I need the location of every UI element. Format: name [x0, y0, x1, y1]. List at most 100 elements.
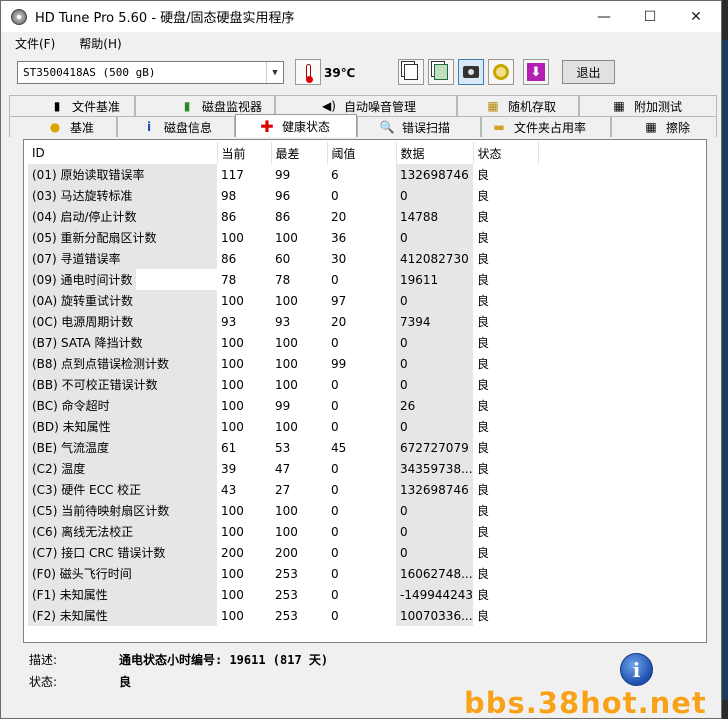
drive-select[interactable]: ST3500418AS (500 gB) ▼ [17, 61, 284, 84]
screenshot-button[interactable] [458, 59, 484, 85]
camera-icon [463, 66, 479, 78]
column-header-current[interactable]: 当前 [217, 142, 272, 164]
table-row[interactable]: (F1) 未知属性 100 253 0 -149944243 良 [28, 584, 538, 605]
status-label: 状态: [29, 675, 58, 689]
tab-extra-tests[interactable]: ▦ 附加测试 [579, 95, 717, 116]
cell-threshold-value: 45 [331, 440, 347, 455]
tab-health[interactable]: ✚ 健康状态 [235, 114, 357, 137]
table-row[interactable]: (C6) 离线无法校正 100 100 0 0 良 [28, 521, 538, 542]
tab-label: 附加测试 [634, 99, 683, 114]
table-row[interactable]: (BB) 不可校正错误计数 100 100 0 0 良 [28, 374, 538, 395]
menu-bar: 文件(F) 帮助(H) [1, 32, 721, 54]
tab-label: 擦除 [666, 120, 691, 135]
cell-threshold-value: 6 [331, 167, 339, 182]
table-row[interactable]: (0C) 电源周期计数 93 93 20 7394 良 [28, 311, 538, 332]
table-row[interactable]: (04) 启动/停止计数 86 86 20 14788 良 [28, 206, 538, 227]
cell-threshold-value: 20 [331, 209, 347, 224]
cell-attribute-id: (01) 原始读取错误率 [28, 164, 217, 185]
column-header-status[interactable]: 状态 [473, 142, 539, 164]
tab-folder-usage[interactable]: ▬ 文件夹占用率 [481, 116, 611, 137]
cell-raw-data: 26 [396, 395, 474, 416]
column-header-data[interactable]: 数据 [396, 142, 474, 164]
cell-status: 良 [477, 504, 490, 518]
menu-file[interactable]: 文件(F) [1, 35, 65, 52]
tab-label: 随机存取 [508, 99, 557, 114]
table-row[interactable]: (BE) 气流温度 61 53 45 672727079 良 [28, 437, 538, 458]
copy-screenshot-button[interactable] [428, 59, 454, 85]
cell-threshold-value: 97 [331, 293, 347, 308]
tab-label: 文件基准 [72, 99, 121, 114]
magnifier-icon: 🔍 [379, 120, 395, 134]
cell-attribute-id: (0A) 旋转重试计数 [28, 290, 217, 311]
table-row[interactable]: (C7) 接口 CRC 错误计数 200 200 0 0 良 [28, 542, 538, 563]
column-header-id[interactable]: ID [28, 142, 218, 164]
cell-attribute-id: (C7) 接口 CRC 错误计数 [28, 542, 217, 563]
cell-status: 良 [477, 273, 490, 287]
copy-text-button[interactable] [398, 59, 424, 85]
table-row[interactable]: (F0) 磁头飞行时间 100 253 0 16062748... 良 [28, 563, 538, 584]
tab-benchmark[interactable]: ● 基准 [9, 116, 117, 137]
cell-threshold-value: 99 [331, 356, 347, 371]
cell-raw-data: 0 [396, 185, 474, 206]
table-row[interactable]: (C2) 温度 39 47 0 34359738... 良 [28, 458, 538, 479]
table-row[interactable]: (03) 马达旋转标准 98 96 0 0 良 [28, 185, 538, 206]
info-button[interactable]: i [620, 653, 653, 686]
cell-current-value: 100 [221, 398, 244, 413]
copy-icon [404, 64, 418, 80]
table-row[interactable]: (09) 通电时间计数 78 78 0 19611 良 [28, 269, 538, 290]
column-header-worst[interactable]: 最差 [271, 142, 328, 164]
cell-current-value: 39 [221, 461, 237, 476]
cell-worst-value: 100 [275, 356, 298, 371]
cell-raw-data: 0 [396, 500, 474, 521]
settings-icon [493, 64, 509, 80]
smart-attributes-panel: ID 当前 最差 阈值 数据 状态 (01) 原始读取错误率 117 99 6 1326… [23, 139, 707, 643]
options-button[interactable] [488, 59, 514, 85]
cell-raw-data: 16062748... [396, 563, 474, 584]
tab-label: 磁盘监视器 [202, 99, 263, 114]
column-header-threshold[interactable]: 阈值 [327, 142, 397, 164]
exit-button[interactable]: 退出 [562, 60, 615, 84]
table-row[interactable]: (B8) 点到点错误检测计数 100 100 99 0 良 [28, 353, 538, 374]
tab-label: 健康状态 [282, 119, 331, 134]
table-row[interactable]: (B7) SATA 降挡计数 100 100 0 0 良 [28, 332, 538, 353]
tab-disk-monitor[interactable]: ▮ 磁盘监视器 [135, 95, 275, 116]
tab-erase[interactable]: ▦ 擦除 [611, 116, 717, 137]
cell-raw-data: 10070336... [396, 605, 474, 626]
maximize-button[interactable]: ☐ [627, 1, 673, 32]
close-button[interactable]: ✕ [673, 1, 719, 32]
tab-random-access[interactable]: ▦ 随机存取 [457, 95, 579, 116]
table-row[interactable]: (BD) 未知属性 100 100 0 0 良 [28, 416, 538, 437]
table-row[interactable]: (F2) 未知属性 100 253 0 10070336... 良 [28, 605, 538, 626]
cell-status: 良 [477, 588, 490, 602]
cell-current-value: 100 [221, 377, 244, 392]
cell-threshold-value: 0 [331, 419, 339, 434]
title-bar[interactable]: HD Tune Pro 5.60 - 硬盘/固态硬盘实用程序 — ☐ ✕ [1, 1, 721, 32]
save-button[interactable]: ⬇ [523, 59, 549, 85]
minimize-button[interactable]: — [581, 1, 627, 32]
tab-error-scan[interactable]: 🔍 错误扫描 [357, 116, 481, 137]
table-row[interactable]: (01) 原始读取错误率 117 99 6 132698746 良 [28, 164, 538, 185]
cell-current-value: 78 [221, 272, 237, 287]
table-row[interactable]: (C5) 当前待映射扇区计数 100 100 0 0 良 [28, 500, 538, 521]
table-row[interactable]: (07) 寻道错误率 86 60 30 412082730 良 [28, 248, 538, 269]
table-row[interactable]: (0A) 旋转重试计数 100 100 97 0 良 [28, 290, 538, 311]
cell-threshold-value: 0 [331, 272, 339, 287]
table-row[interactable]: (BC) 命令超时 100 99 0 26 良 [28, 395, 538, 416]
cell-current-value: 100 [221, 356, 244, 371]
chevron-down-icon[interactable]: ▼ [266, 62, 283, 83]
cell-threshold-value: 0 [331, 461, 339, 476]
tab-aam[interactable]: ◀) 自动噪音管理 [275, 95, 457, 116]
cell-raw-data: 132698746 [396, 164, 474, 185]
cell-current-value: 43 [221, 482, 237, 497]
table-row[interactable]: (C3) 硬件 ECC 校正 43 27 0 132698746 良 [28, 479, 538, 500]
tab-file-benchmark[interactable]: ▮ 文件基准 [9, 95, 135, 116]
tab-disk-info[interactable]: i 磁盘信息 [117, 116, 235, 137]
cell-current-value: 86 [221, 209, 237, 224]
table-row[interactable]: (05) 重新分配扇区计数 100 100 36 0 良 [28, 227, 538, 248]
tab-label: 基准 [70, 120, 95, 135]
cell-raw-data: 0 [396, 332, 474, 353]
benchmark-icon: ● [49, 120, 61, 134]
cell-status: 良 [477, 336, 490, 350]
cell-current-value: 100 [221, 230, 244, 245]
menu-help[interactable]: 帮助(H) [65, 35, 131, 52]
